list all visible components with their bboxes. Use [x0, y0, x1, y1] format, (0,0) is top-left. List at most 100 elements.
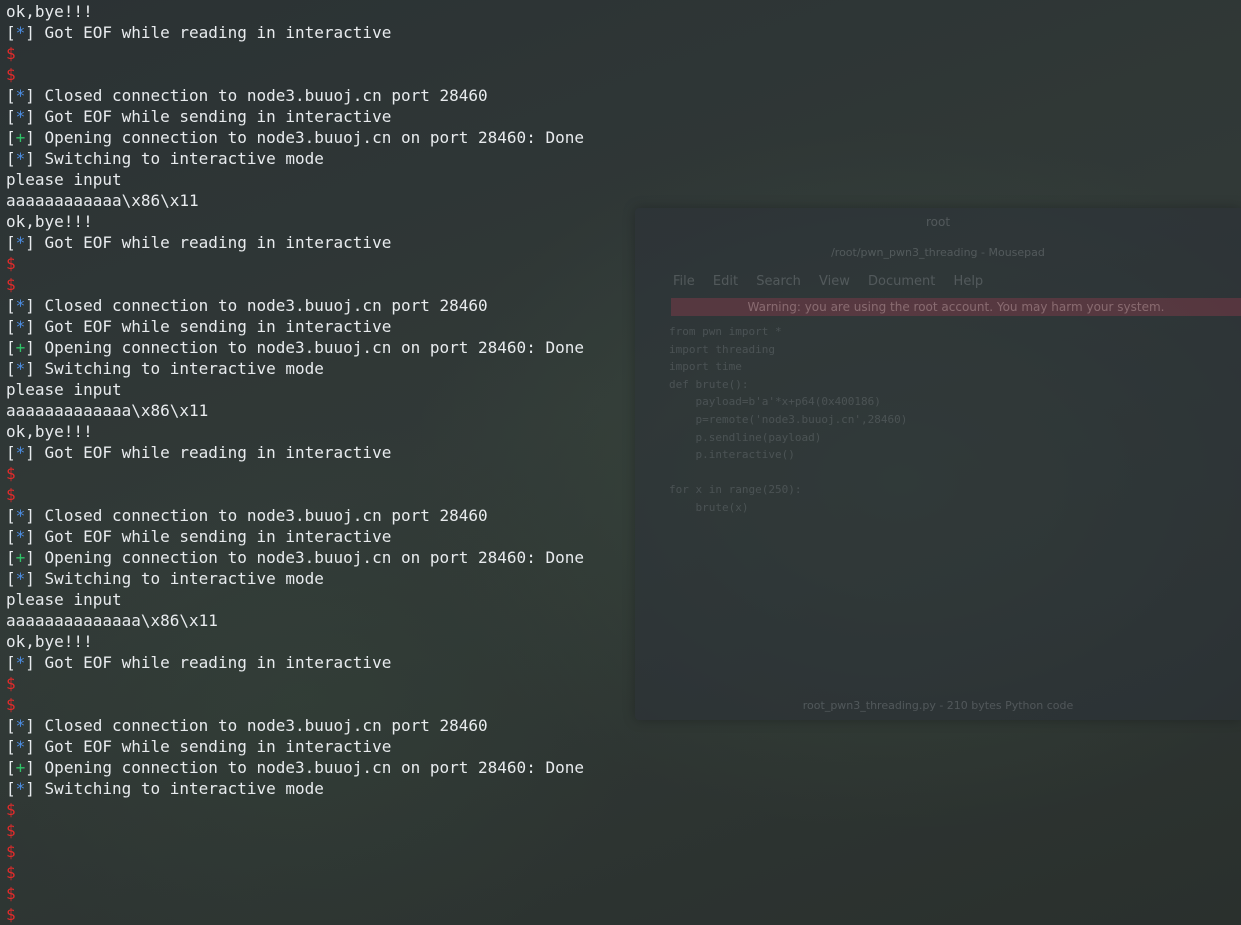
bracket-open: [ [6, 338, 16, 357]
output-text: ok,bye!!! [6, 422, 93, 441]
status-text: Got EOF while reading in interactive [44, 233, 392, 252]
bracket-close: ] [25, 86, 45, 105]
bracket-close: ] [25, 716, 45, 735]
menu-document[interactable]: Document [868, 274, 935, 289]
terminal-line: [*] Got EOF while reading in interactive [6, 442, 584, 463]
terminal-line: please input [6, 169, 584, 190]
menu-view[interactable]: View [819, 274, 850, 289]
info-marker: * [15, 296, 26, 315]
info-marker: * [15, 317, 26, 336]
bracket-open: [ [6, 233, 16, 252]
terminal-line: $ [6, 463, 584, 484]
info-marker: * [15, 527, 26, 546]
shell-prompt: $ [6, 842, 16, 861]
status-text: Switching to interactive mode [44, 779, 324, 798]
output-text: ok,bye!!! [6, 632, 93, 651]
bracket-close: ] [25, 338, 45, 357]
bracket-open: [ [6, 107, 16, 126]
info-marker: * [15, 779, 26, 798]
menu-file[interactable]: File [673, 274, 695, 289]
terminal-line: [*] Closed connection to node3.buuoj.cn … [6, 715, 584, 736]
output-text: ok,bye!!! [6, 212, 93, 231]
info-marker: * [15, 569, 26, 588]
info-marker: * [15, 23, 26, 42]
bracket-open: [ [6, 317, 16, 336]
bracket-close: ] [25, 653, 45, 672]
bracket-close: ] [25, 527, 45, 546]
terminal-line: $ [6, 883, 584, 904]
status-text: Got EOF while sending in interactive [44, 317, 392, 336]
bracket-close: ] [25, 128, 45, 147]
status-text: Opening connection to node3.buuoj.cn on … [44, 128, 584, 147]
bracket-open: [ [6, 359, 16, 378]
terminal-line: [*] Got EOF while sending in interactive [6, 736, 584, 757]
terminal-line: [*] Closed connection to node3.buuoj.cn … [6, 295, 584, 316]
status-text: Opening connection to node3.buuoj.cn on … [44, 758, 584, 777]
status-text: Opening connection to node3.buuoj.cn on … [44, 338, 584, 357]
terminal-line: aaaaaaaaaaaa\x86\x11 [6, 190, 584, 211]
shell-prompt: $ [6, 485, 16, 504]
terminal-line: $ [6, 862, 584, 883]
output-text: ok,bye!!! [6, 2, 93, 21]
status-text: Got EOF while sending in interactive [44, 527, 392, 546]
bracket-open: [ [6, 296, 16, 315]
terminal-output[interactable]: ok,bye!!! [*] Got EOF while reading in in… [6, 1, 584, 925]
bracket-close: ] [25, 107, 45, 126]
info-marker: * [15, 86, 26, 105]
bracket-close: ] [25, 737, 45, 756]
status-text: Switching to interactive mode [44, 569, 324, 588]
shell-prompt: $ [6, 905, 16, 924]
root-warning-banner: Warning: you are using the root account.… [671, 298, 1241, 316]
terminal-line: ok,bye!!! [6, 631, 584, 652]
bracket-open: [ [6, 737, 16, 756]
bracket-open: [ [6, 527, 16, 546]
success-marker: + [15, 548, 26, 567]
terminal-line: aaaaaaaaaaaaa\x86\x11 [6, 400, 584, 421]
terminal-line: aaaaaaaaaaaaaa\x86\x11 [6, 610, 584, 631]
terminal-line: $ [6, 274, 584, 295]
bracket-open: [ [6, 23, 16, 42]
bracket-open: [ [6, 128, 16, 147]
background-window-menubar: File Edit Search View Document Help [673, 274, 997, 289]
terminal-line: [+] Opening connection to node3.buuoj.cn… [6, 337, 584, 358]
editor-code[interactable]: from pwn import * import threading impor… [669, 323, 907, 517]
output-text: aaaaaaaaaaaa\x86\x11 [6, 191, 199, 210]
terminal-line: [+] Opening connection to node3.buuoj.cn… [6, 757, 584, 778]
menu-help[interactable]: Help [954, 274, 984, 289]
info-marker: * [15, 653, 26, 672]
bracket-close: ] [25, 443, 45, 462]
shell-prompt: $ [6, 65, 16, 84]
bracket-open: [ [6, 506, 16, 525]
background-editor-window[interactable]: root /root/pwn_pwn3_threading - Mousepad… [635, 208, 1241, 720]
shell-prompt: $ [6, 464, 16, 483]
terminal-line: $ [6, 484, 584, 505]
success-marker: + [15, 758, 26, 777]
shell-prompt: $ [6, 44, 16, 63]
bracket-close: ] [25, 233, 45, 252]
shell-prompt: $ [6, 884, 16, 903]
terminal-line: [*] Switching to interactive mode [6, 568, 584, 589]
status-text: Got EOF while sending in interactive [44, 737, 392, 756]
bracket-close: ] [25, 569, 45, 588]
bracket-open: [ [6, 779, 16, 798]
menu-search[interactable]: Search [756, 274, 801, 289]
status-text: Got EOF while sending in interactive [44, 107, 392, 126]
bracket-close: ] [25, 758, 45, 777]
bracket-open: [ [6, 443, 16, 462]
info-marker: * [15, 107, 26, 126]
terminal-line: [*] Closed connection to node3.buuoj.cn … [6, 505, 584, 526]
bracket-close: ] [25, 23, 45, 42]
terminal-line: [*] Switching to interactive mode [6, 778, 584, 799]
background-window-title: root [925, 215, 951, 229]
terminal-line: please input [6, 379, 584, 400]
terminal-line: [*] Closed connection to node3.buuoj.cn … [6, 85, 584, 106]
info-marker: * [15, 737, 26, 756]
success-marker: + [15, 338, 26, 357]
editor-statusbar: root_pwn3_threading.py - 210 bytes Pytho… [802, 699, 1074, 712]
menu-edit[interactable]: Edit [713, 274, 738, 289]
status-text: Switching to interactive mode [44, 359, 324, 378]
info-marker: * [15, 359, 26, 378]
terminal-line: [*] Got EOF while sending in interactive [6, 106, 584, 127]
terminal-line: [+] Opening connection to node3.buuoj.cn… [6, 547, 584, 568]
terminal-line: [*] Got EOF while sending in interactive [6, 316, 584, 337]
